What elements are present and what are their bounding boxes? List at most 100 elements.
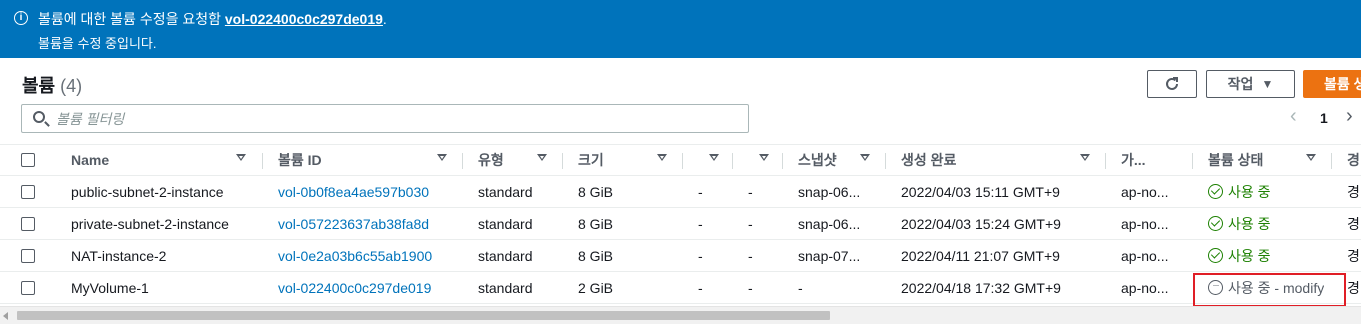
filter-search (21, 104, 749, 133)
cell-type: standard (478, 183, 533, 200)
caret-down-icon: ▼ (1261, 77, 1274, 91)
row-checkbox[interactable] (21, 280, 35, 295)
page-title: 볼륨 (4) (22, 72, 82, 98)
cell-az: ap-no... (1121, 247, 1169, 264)
cell-volume-id-link[interactable]: vol-0e2a03b6c55ab1900 (278, 240, 432, 271)
status-text: 사용 중 (1228, 183, 1271, 200)
sort-icon[interactable] (537, 154, 547, 161)
cell-snapshot: snap-06... (798, 215, 861, 232)
column-divider[interactable] (462, 153, 463, 169)
cell-extra: 경 (1347, 215, 1360, 232)
sort-icon[interactable] (709, 154, 719, 161)
table-row[interactable]: public-subnet-2-instance vol-0b0f8ea4ae5… (0, 176, 1361, 208)
cell-created: 2022/04/03 15:11 GMT+9 (901, 183, 1060, 200)
cell-type: standard (478, 215, 533, 232)
cell-az: ap-no... (1121, 215, 1169, 232)
cell-created: 2022/04/11 21:07 GMT+9 (901, 247, 1060, 264)
table-row[interactable]: MyVolume-1 vol-022400c0c297de019 standar… (0, 272, 1361, 304)
flash-message: 볼륨에 대한 볼륨 수정을 요청함 vol-022400c0c297de019. (38, 9, 387, 29)
cell-type: standard (478, 279, 533, 296)
flash-volume-link[interactable]: vol-022400c0c297de019 (225, 11, 383, 27)
select-all-checkbox[interactable] (21, 153, 35, 167)
create-volume-button[interactable]: 볼륨 생 (1303, 70, 1361, 98)
search-icon (33, 111, 45, 123)
table-row[interactable]: private-subnet-2-instance vol-057223637a… (0, 208, 1361, 240)
column-divider[interactable] (682, 153, 683, 169)
column-divider[interactable] (562, 153, 563, 169)
cell-size: 8 GiB (578, 247, 614, 264)
row-checkbox[interactable] (21, 248, 35, 263)
horizontal-scrollbar[interactable] (0, 306, 1361, 324)
column-header-volume-id[interactable]: 볼륨 ID (278, 145, 322, 175)
cell-status: 사용 중 (1208, 176, 1271, 207)
check-circle-icon (1208, 184, 1223, 199)
cell-snapshot: - (798, 279, 803, 296)
highlight-box (1193, 273, 1346, 307)
table-row[interactable]: NAT-instance-2 vol-0e2a03b6c55ab1900 sta… (0, 240, 1361, 272)
cell-size: 8 GiB (578, 183, 614, 200)
column-divider[interactable] (1331, 153, 1332, 169)
cell-extra: 경 (1347, 183, 1360, 200)
cell-col6: - (748, 183, 753, 200)
scroll-left-icon[interactable] (3, 312, 8, 320)
scrollbar-thumb[interactable] (17, 311, 830, 320)
flash-notification: i 볼륨에 대한 볼륨 수정을 요청함 vol-022400c0c297de01… (0, 0, 1361, 58)
info-icon: i (14, 11, 28, 25)
cell-volume-id-link[interactable]: vol-022400c0c297de019 (278, 272, 431, 303)
row-checkbox[interactable] (21, 216, 35, 231)
column-header-volume-state[interactable]: 볼륨 상태 (1208, 145, 1263, 175)
page-number[interactable]: 1 (1320, 110, 1328, 126)
check-circle-icon (1208, 248, 1223, 263)
column-header-snapshot[interactable]: 스냅샷 (798, 145, 837, 175)
volume-count: (4) (60, 76, 83, 96)
row-checkbox[interactable] (21, 184, 35, 199)
cell-type: standard (478, 247, 533, 264)
sort-icon[interactable] (236, 154, 246, 161)
column-divider[interactable] (1192, 153, 1193, 169)
select-all-cell (21, 145, 35, 175)
cell-az: ap-no... (1121, 279, 1169, 296)
sort-icon[interactable] (860, 154, 870, 161)
sort-icon[interactable] (657, 154, 667, 161)
column-divider[interactable] (1105, 153, 1106, 169)
cell-name: private-subnet-2-instance (71, 215, 229, 232)
cell-volume-id-link[interactable]: vol-057223637ab38fa8d (278, 208, 429, 239)
cell-col6: - (748, 215, 753, 232)
page-title-text: 볼륨 (22, 76, 56, 96)
search-input[interactable] (56, 109, 736, 129)
chevron-right-icon[interactable]: › (1346, 105, 1353, 128)
column-header-created[interactable]: 생성 완료 (901, 145, 956, 175)
cell-col6: - (748, 247, 753, 264)
refresh-button[interactable] (1147, 70, 1197, 98)
sort-icon[interactable] (1080, 154, 1090, 161)
column-divider[interactable] (732, 153, 733, 169)
cell-created: 2022/04/18 17:32 GMT+9 (901, 279, 1061, 296)
refresh-icon (1166, 77, 1178, 90)
cell-snapshot: snap-07... (798, 247, 861, 264)
check-circle-icon (1208, 216, 1223, 231)
column-header-size[interactable]: 크기 (578, 145, 604, 175)
cell-status: 사용 중 (1208, 208, 1271, 239)
sort-icon[interactable] (1306, 154, 1316, 161)
cell-volume-id-link[interactable]: vol-0b0f8ea4ae597b030 (278, 176, 429, 207)
chevron-left-icon[interactable]: ‹ (1290, 105, 1297, 128)
column-header-extra[interactable]: 경 (1347, 145, 1360, 175)
sort-icon[interactable] (437, 154, 447, 161)
actions-button[interactable]: 작업 ▼ (1206, 70, 1295, 98)
cell-name: NAT-instance-2 (71, 247, 167, 264)
status-text: 사용 중 (1228, 215, 1271, 232)
column-divider[interactable] (885, 153, 886, 169)
column-header-type[interactable]: 유형 (478, 145, 504, 175)
flash-message-suffix: . (382, 11, 387, 27)
cell-az: ap-no... (1121, 183, 1169, 200)
column-divider[interactable] (782, 153, 783, 169)
column-header-az[interactable]: 가... (1121, 145, 1146, 175)
cell-extra: 경 (1347, 279, 1360, 296)
actions-label: 작업 (1227, 76, 1254, 92)
cell-col5: - (698, 183, 703, 200)
sort-icon[interactable] (759, 154, 769, 161)
column-divider[interactable] (262, 153, 263, 169)
column-header-name[interactable]: Name (71, 145, 109, 175)
table-header: Name 볼륨 ID 유형 크기 스냅샷 생성 완료 가... 볼륨 상태 경 (0, 144, 1361, 176)
status-text: 사용 중 (1228, 247, 1271, 264)
